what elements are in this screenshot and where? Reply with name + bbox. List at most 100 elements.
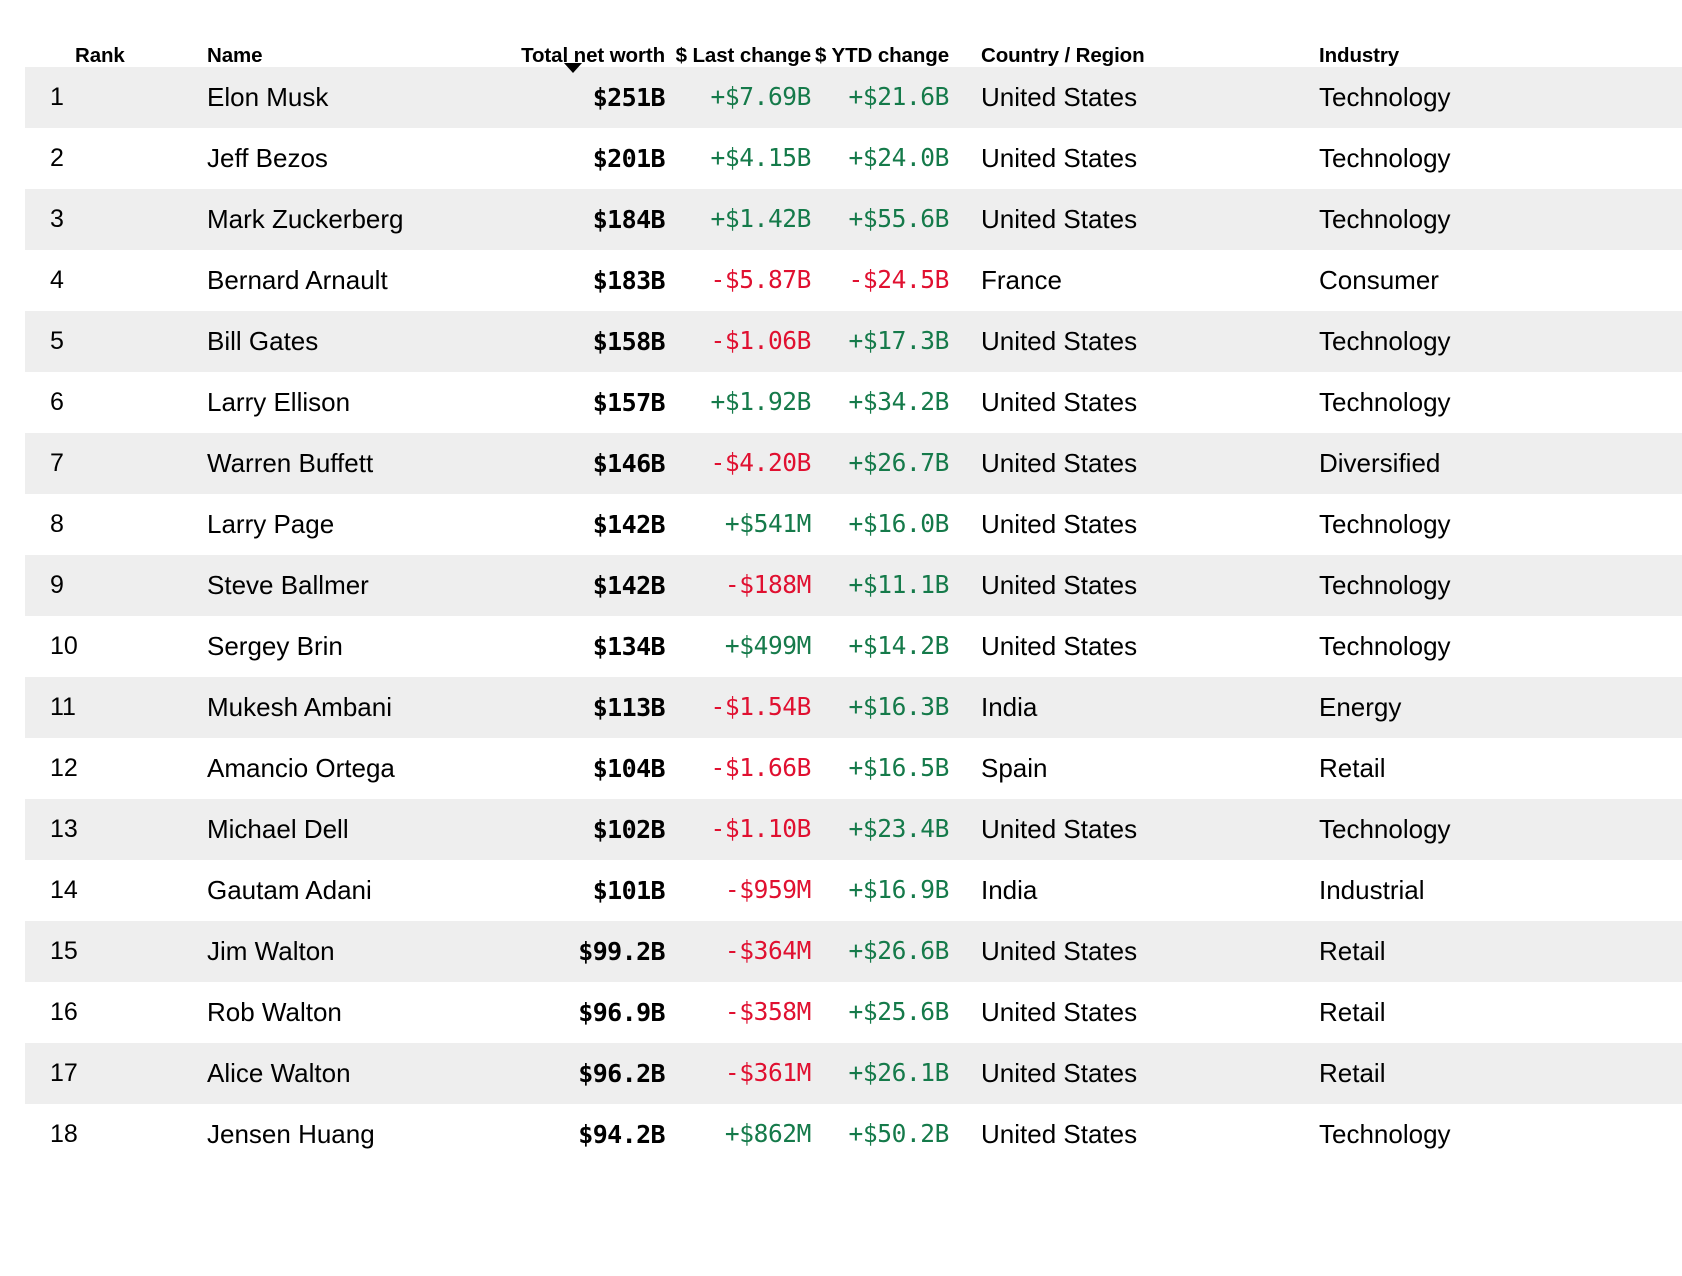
table-row[interactable]: 4Bernard Arnault$183B-$5.87B-$24.5BFranc… — [25, 250, 1682, 311]
column-header-rank[interactable]: Rank — [25, 0, 121, 67]
cell-last-change: -$4.20B — [673, 433, 813, 494]
cell-name: Michael Dell — [121, 799, 481, 860]
cell-rank: 11 — [25, 677, 121, 738]
table-row[interactable]: 15Jim Walton$99.2B-$364M+$26.6BUnited St… — [25, 921, 1682, 982]
table-row[interactable]: 14Gautam Adani$101B-$959M+$16.9BIndiaInd… — [25, 860, 1682, 921]
cell-last-change: -$959M — [673, 860, 813, 921]
cell-country-region: United States — [953, 189, 1283, 250]
cell-ytd-change: +$17.3B — [813, 311, 953, 372]
cell-rank: 10 — [25, 616, 121, 677]
cell-industry: Technology — [1283, 372, 1682, 433]
cell-country-region: Spain — [953, 738, 1283, 799]
column-header-total-net-worth-label: Total net worth — [481, 0, 665, 67]
cell-last-change: +$1.42B — [673, 189, 813, 250]
cell-last-change: +$4.15B — [673, 128, 813, 189]
cell-ytd-change: +$21.6B — [813, 67, 953, 128]
cell-ytd-change: +$24.0B — [813, 128, 953, 189]
cell-name: Mark Zuckerberg — [121, 189, 481, 250]
cell-rank: 16 — [25, 982, 121, 1043]
cell-country-region: United States — [953, 494, 1283, 555]
cell-country-region: United States — [953, 555, 1283, 616]
cell-last-change: -$5.87B — [673, 250, 813, 311]
table-row[interactable]: 1Elon Musk$251B+$7.69B+$21.6BUnited Stat… — [25, 67, 1682, 128]
cell-industry: Retail — [1283, 1043, 1682, 1104]
cell-name: Jim Walton — [121, 921, 481, 982]
column-header-name-label: Name — [207, 0, 456, 67]
cell-industry: Retail — [1283, 982, 1682, 1043]
cell-last-change: +$862M — [673, 1104, 813, 1165]
column-header-industry[interactable]: Industry — [1283, 0, 1682, 67]
table-row[interactable]: 10Sergey Brin$134B+$499M+$14.2BUnited St… — [25, 616, 1682, 677]
column-header-ytd-change-label: $ YTD change — [813, 0, 949, 67]
cell-rank: 2 — [25, 128, 121, 189]
cell-total-net-worth: $134B — [481, 616, 673, 677]
table-row[interactable]: 8Larry Page$142B+$541M+$16.0BUnited Stat… — [25, 494, 1682, 555]
table-row[interactable]: 13Michael Dell$102B-$1.10B+$23.4BUnited … — [25, 799, 1682, 860]
cell-last-change: +$541M — [673, 494, 813, 555]
cell-total-net-worth: $142B — [481, 555, 673, 616]
cell-name: Elon Musk — [121, 67, 481, 128]
table-row[interactable]: 7Warren Buffett$146B-$4.20B+$26.7BUnited… — [25, 433, 1682, 494]
cell-country-region: United States — [953, 67, 1283, 128]
cell-rank: 12 — [25, 738, 121, 799]
cell-ytd-change: +$50.2B — [813, 1104, 953, 1165]
table-header-row: Rank Name Total net worth $ Last change — [25, 0, 1682, 67]
cell-total-net-worth: $146B — [481, 433, 673, 494]
cell-ytd-change: +$26.7B — [813, 433, 953, 494]
cell-industry: Technology — [1283, 67, 1682, 128]
cell-country-region: United States — [953, 372, 1283, 433]
cell-total-net-worth: $157B — [481, 372, 673, 433]
cell-ytd-change: +$16.3B — [813, 677, 953, 738]
cell-name: Rob Walton — [121, 982, 481, 1043]
table-row[interactable]: 18Jensen Huang$94.2B+$862M+$50.2BUnited … — [25, 1104, 1682, 1165]
table-row[interactable]: 5Bill Gates$158B-$1.06B+$17.3BUnited Sta… — [25, 311, 1682, 372]
cell-ytd-change: +$16.0B — [813, 494, 953, 555]
table-row[interactable]: 6Larry Ellison$157B+$1.92B+$34.2BUnited … — [25, 372, 1682, 433]
table-row[interactable]: 12Amancio Ortega$104B-$1.66B+$16.5BSpain… — [25, 738, 1682, 799]
cell-name: Amancio Ortega — [121, 738, 481, 799]
cell-total-net-worth: $102B — [481, 799, 673, 860]
cell-country-region: United States — [953, 311, 1283, 372]
cell-last-change: -$1.66B — [673, 738, 813, 799]
column-header-rank-label: Rank — [75, 0, 121, 67]
cell-rank: 8 — [25, 494, 121, 555]
billionaires-table: Rank Name Total net worth $ Last change — [0, 0, 1682, 1165]
cell-rank: 1 — [25, 67, 121, 128]
table-row[interactable]: 11Mukesh Ambani$113B-$1.54B+$16.3BIndiaE… — [25, 677, 1682, 738]
cell-industry: Technology — [1283, 555, 1682, 616]
cell-rank: 6 — [25, 372, 121, 433]
cell-name: Larry Ellison — [121, 372, 481, 433]
column-header-country-region-label: Country / Region — [981, 0, 1283, 67]
cell-country-region: United States — [953, 921, 1283, 982]
cell-total-net-worth: $104B — [481, 738, 673, 799]
cell-last-change: -$1.54B — [673, 677, 813, 738]
cell-rank: 13 — [25, 799, 121, 860]
cell-industry: Technology — [1283, 799, 1682, 860]
table-row[interactable]: 17Alice Walton$96.2B-$361M+$26.1BUnited … — [25, 1043, 1682, 1104]
cell-name: Mukesh Ambani — [121, 677, 481, 738]
table-row[interactable]: 9Steve Ballmer$142B-$188M+$11.1BUnited S… — [25, 555, 1682, 616]
table-row[interactable]: 3Mark Zuckerberg$184B+$1.42B+$55.6BUnite… — [25, 189, 1682, 250]
table-row[interactable]: 16Rob Walton$96.9B-$358M+$25.6BUnited St… — [25, 982, 1682, 1043]
cell-total-net-worth: $113B — [481, 677, 673, 738]
cell-rank: 9 — [25, 555, 121, 616]
cell-ytd-change: +$26.1B — [813, 1043, 953, 1104]
table-row[interactable]: 2Jeff Bezos$201B+$4.15B+$24.0BUnited Sta… — [25, 128, 1682, 189]
column-header-country-region[interactable]: Country / Region — [953, 0, 1283, 67]
column-header-ytd-change[interactable]: $ YTD change — [813, 0, 953, 67]
cell-name: Warren Buffett — [121, 433, 481, 494]
column-header-last-change[interactable]: $ Last change — [673, 0, 813, 67]
column-header-name[interactable]: Name — [121, 0, 481, 67]
cell-industry: Diversified — [1283, 433, 1682, 494]
cell-ytd-change: +$11.1B — [813, 555, 953, 616]
cell-industry: Retail — [1283, 921, 1682, 982]
column-header-total-net-worth[interactable]: Total net worth — [481, 0, 673, 67]
cell-country-region: United States — [953, 128, 1283, 189]
cell-total-net-worth: $94.2B — [481, 1104, 673, 1165]
cell-rank: 4 — [25, 250, 121, 311]
cell-ytd-change: +$16.9B — [813, 860, 953, 921]
cell-industry: Technology — [1283, 494, 1682, 555]
cell-total-net-worth: $101B — [481, 860, 673, 921]
cell-name: Sergey Brin — [121, 616, 481, 677]
cell-last-change: -$188M — [673, 555, 813, 616]
